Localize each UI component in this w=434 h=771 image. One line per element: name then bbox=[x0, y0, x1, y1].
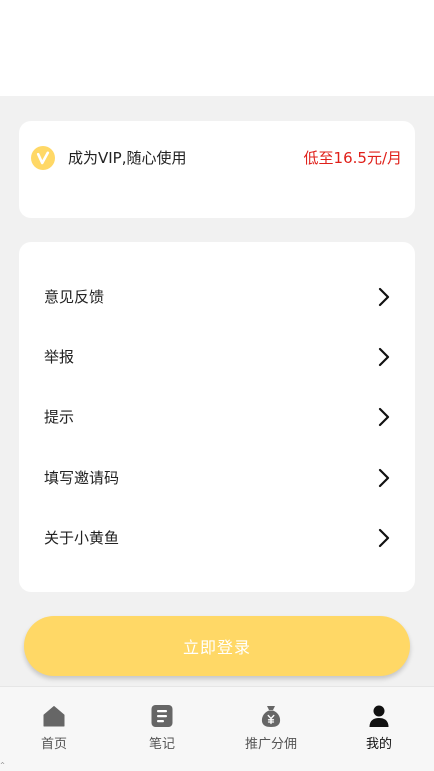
tab-home[interactable]: 首页 bbox=[0, 687, 108, 771]
money-bag-icon bbox=[261, 706, 281, 727]
menu-item-about[interactable]: 关于小黄鱼 bbox=[19, 513, 415, 563]
chevron-right-icon bbox=[378, 407, 390, 427]
menu-item-report[interactable]: 举报 bbox=[19, 332, 415, 382]
menu-item-label: 填写邀请码 bbox=[44, 469, 120, 487]
vip-price-label: 低至16.5元/月 bbox=[303, 149, 402, 167]
tab-label: 我的 bbox=[365, 737, 392, 752]
vip-v-icon bbox=[31, 146, 55, 170]
menu-item-feedback[interactable]: 意见反馈 bbox=[19, 272, 415, 322]
vip-promo-label: 成为VIP,随心使用 bbox=[68, 149, 187, 167]
chevron-right-icon bbox=[378, 528, 390, 548]
user-icon bbox=[369, 705, 389, 727]
chevron-right-icon bbox=[378, 347, 390, 367]
corner-mark: ^ bbox=[0, 762, 6, 769]
tab-mine[interactable]: 我的 bbox=[325, 687, 433, 771]
home-icon bbox=[43, 706, 65, 727]
menu-item-tips[interactable]: 提示 bbox=[19, 392, 415, 442]
tab-notes[interactable]: 笔记 bbox=[108, 687, 216, 771]
menu-item-label: 举报 bbox=[44, 348, 75, 366]
note-icon bbox=[151, 705, 173, 727]
vip-promo-card[interactable]: 成为VIP,随心使用 低至16.5元/月 bbox=[19, 121, 415, 218]
tab-referral-commission[interactable]: 推广分佣 bbox=[217, 687, 325, 771]
menu-item-label: 关于小黄鱼 bbox=[44, 529, 120, 547]
settings-menu-card: 意见反馈 举报 提示 填写邀请码 关于小黄鱼 bbox=[19, 242, 415, 592]
bottom-tab-bar: 首页 笔记 推广分佣 我的 bbox=[0, 686, 434, 771]
menu-item-label: 意见反馈 bbox=[44, 288, 105, 306]
chevron-right-icon bbox=[378, 287, 390, 307]
tab-label: 首页 bbox=[40, 737, 67, 752]
tab-label: 笔记 bbox=[148, 737, 175, 752]
tab-label: 推广分佣 bbox=[244, 737, 297, 752]
menu-item-invite-code[interactable]: 填写邀请码 bbox=[19, 453, 415, 503]
top-blank-area bbox=[0, 0, 434, 96]
menu-item-label: 提示 bbox=[44, 408, 75, 426]
login-button[interactable]: 立即登录 bbox=[24, 616, 410, 676]
chevron-right-icon bbox=[378, 468, 390, 488]
